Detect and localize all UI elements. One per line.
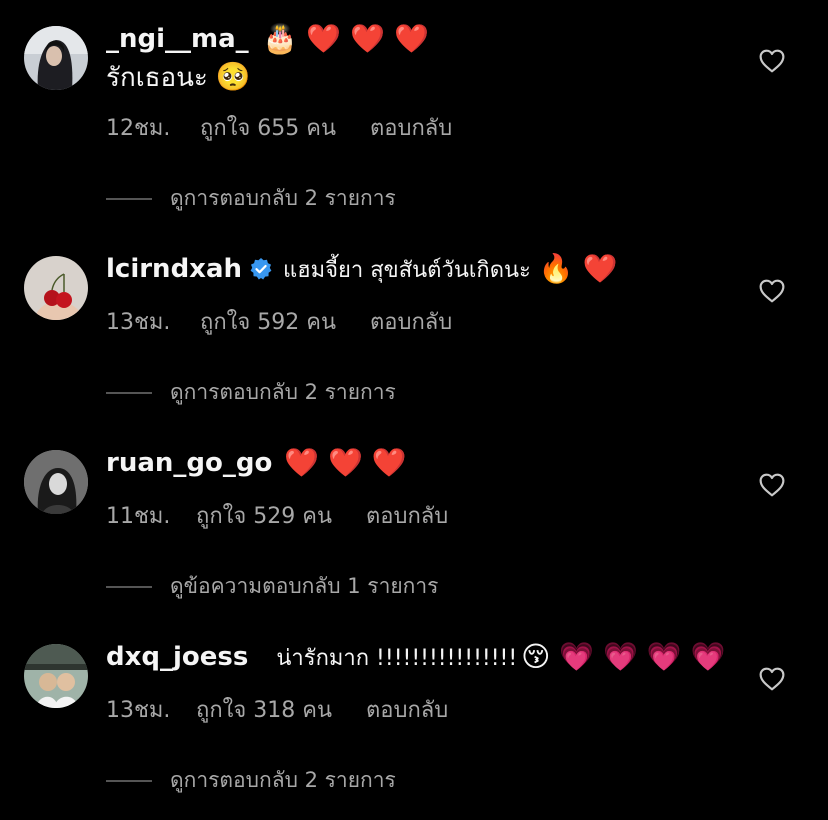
comment-header: ruan_go_go ❤️ ❤️ ❤️	[106, 444, 407, 482]
divider	[106, 779, 152, 782]
timestamp: 13ชม.	[106, 310, 171, 335]
reply-button[interactable]: ตอบกลับ	[370, 304, 452, 339]
comment-body: รักเธอนะ 🥺	[106, 58, 251, 96]
username[interactable]: lcirndxah	[106, 254, 242, 284]
comment-header: lcirndxah แฮมจี้ยา สุขสันต์วันเกิดนะ 🔥 ❤…	[106, 250, 618, 288]
comment-text: รักเธอนะ	[106, 62, 208, 93]
view-replies-button[interactable]: ดูการตอบกลับ 2 รายการ	[106, 764, 396, 797]
divider	[106, 197, 152, 200]
comment-meta: 13ชม. ถูกใจ 592 คน ตอบกลับ	[106, 304, 452, 339]
emoji-group: 🥺	[215, 60, 251, 93]
verified-badge-icon	[249, 257, 273, 281]
heart-outline-icon[interactable]	[757, 664, 787, 694]
heart-outline-icon[interactable]	[757, 46, 787, 76]
view-replies-label: ดูการตอบกลับ 2 รายการ	[170, 380, 396, 404]
emoji-group: ❤️ ❤️ ❤️	[284, 446, 407, 479]
comment-text: น่ารักมาก !!!!!!!!!!!!!!!!	[276, 645, 518, 671]
view-replies-label: ดูการตอบกลับ 2 รายการ	[170, 186, 396, 210]
comment-header: _ngi__ma_ 🎂 ❤️ ❤️ ❤️	[106, 20, 429, 58]
emoji-group: 😚 💗 💗 💗 💗	[521, 640, 726, 673]
username[interactable]: _ngi__ma_	[106, 24, 249, 54]
avatar[interactable]	[24, 256, 88, 320]
like-count[interactable]: ถูกใจ 655 คน	[200, 110, 336, 145]
avatar[interactable]	[24, 26, 88, 90]
heart-outline-icon[interactable]	[757, 470, 787, 500]
comment-meta: 11ชม. ถูกใจ 529 คน ตอบกลับ	[106, 498, 448, 533]
like-count[interactable]: ถูกใจ 318 คน	[196, 692, 332, 727]
reply-button[interactable]: ตอบกลับ	[366, 692, 448, 727]
timestamp: 12ชม.	[106, 116, 171, 141]
divider	[106, 585, 152, 588]
heart-outline-icon[interactable]	[757, 276, 787, 306]
view-replies-label: ดูข้อความตอบกลับ 1 รายการ	[170, 574, 439, 598]
avatar[interactable]	[24, 450, 88, 514]
timestamp: 11ชม.	[106, 504, 171, 529]
view-replies-button[interactable]: ดูการตอบกลับ 2 รายการ	[106, 376, 396, 409]
like-count[interactable]: ถูกใจ 529 คน	[196, 498, 332, 533]
reply-button[interactable]: ตอบกลับ	[370, 110, 452, 145]
avatar[interactable]	[24, 644, 88, 708]
comment-meta: 12ชม. ถูกใจ 655 คน ตอบกลับ	[106, 110, 452, 145]
view-replies-button[interactable]: ดูการตอบกลับ 2 รายการ	[106, 182, 396, 215]
reply-button[interactable]: ตอบกลับ	[366, 498, 448, 533]
divider	[106, 391, 152, 394]
emoji-group: 🎂 ❤️ ❤️ ❤️	[262, 22, 429, 55]
emoji-group: 🔥 ❤️	[538, 252, 618, 285]
timestamp: 13ชม.	[106, 698, 171, 723]
like-count[interactable]: ถูกใจ 592 คน	[200, 304, 336, 339]
view-replies-button[interactable]: ดูข้อความตอบกลับ 1 รายการ	[106, 570, 438, 603]
comment-header: dxq_joess น่ารักมาก !!!!!!!!!!!!!!!! 😚 💗…	[106, 638, 725, 676]
username[interactable]: ruan_go_go	[106, 448, 272, 478]
comment-meta: 13ชม. ถูกใจ 318 คน ตอบกลับ	[106, 692, 448, 727]
view-replies-label: ดูการตอบกลับ 2 รายการ	[170, 768, 396, 792]
username[interactable]: dxq_joess	[106, 642, 248, 672]
comment-text: แฮมจี้ยา สุขสันต์วันเกิดนะ	[283, 257, 531, 283]
